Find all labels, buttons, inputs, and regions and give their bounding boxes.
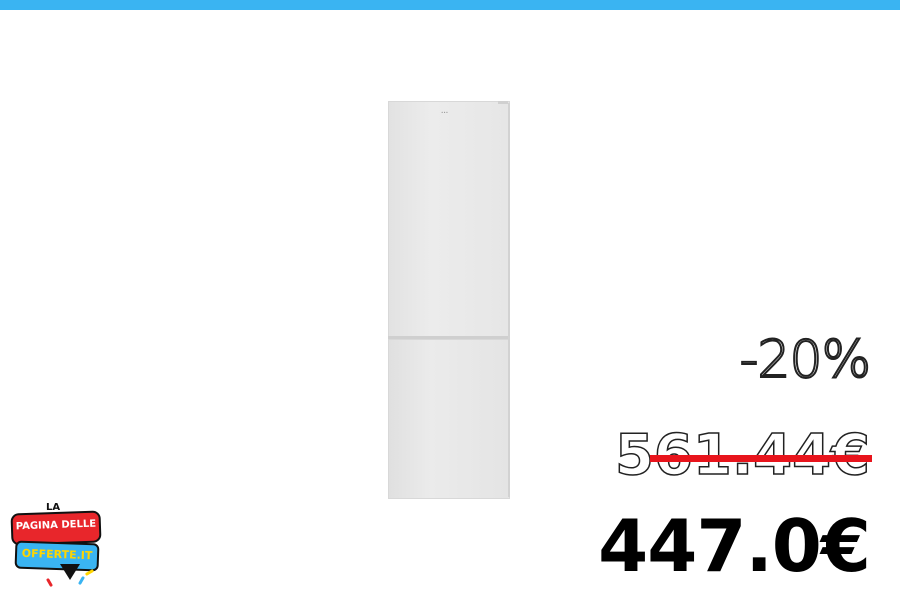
fridge-lower-door bbox=[388, 339, 510, 499]
site-logo: LA PAGINA DELLE OFFERTE.IT bbox=[8, 500, 102, 596]
logo-speech-tail bbox=[60, 564, 80, 580]
logo-spark-icon bbox=[45, 577, 54, 588]
new-price: 447.0€ bbox=[598, 504, 871, 588]
discount-percent: -20% bbox=[739, 330, 872, 390]
logo-line2: OFFERTE.IT bbox=[21, 546, 93, 563]
old-price-strikethrough bbox=[650, 455, 872, 462]
fridge-brand-mark: ••• bbox=[441, 110, 449, 115]
top-accent-bar bbox=[0, 0, 900, 10]
product-image-fridge: ••• bbox=[388, 101, 510, 499]
fridge-upper-door: ••• bbox=[388, 101, 510, 338]
fridge-hinge bbox=[498, 101, 508, 104]
fridge-side-panel bbox=[508, 103, 510, 497]
logo-line1: PAGINA DELLE bbox=[15, 518, 97, 533]
logo-blue-banner: OFFERTE.IT bbox=[14, 540, 100, 572]
